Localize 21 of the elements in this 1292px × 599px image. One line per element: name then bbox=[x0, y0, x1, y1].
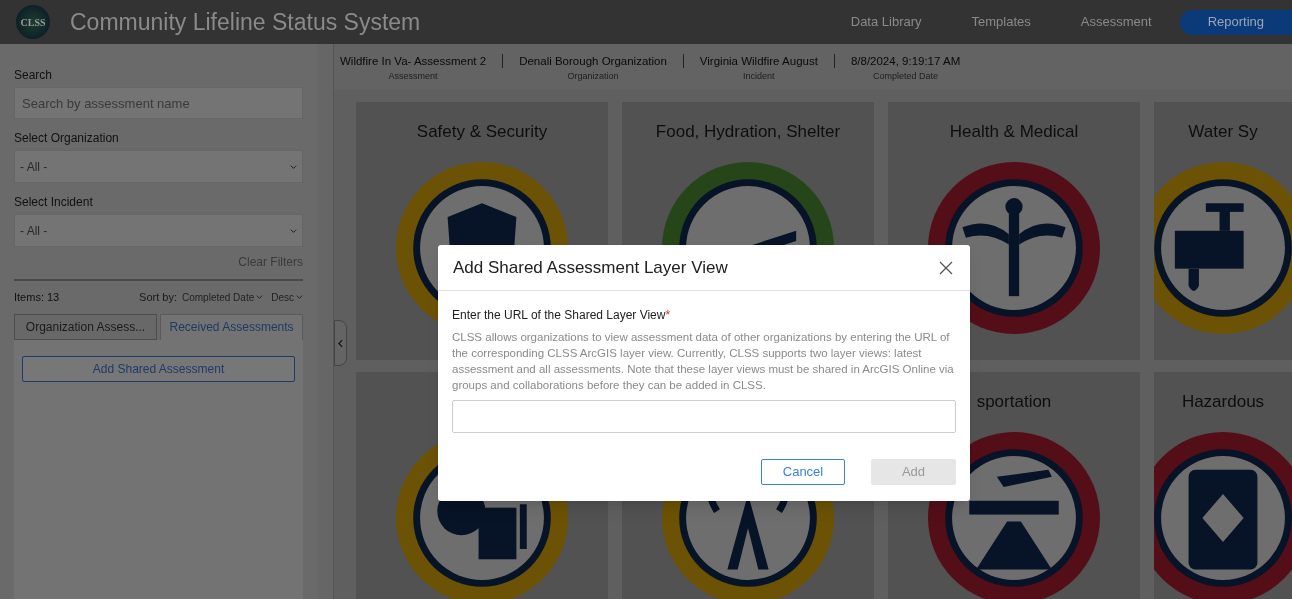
logo: CLSS bbox=[16, 5, 50, 39]
field-label: Select Organization bbox=[14, 130, 120, 147]
info-value: Virginia Wildfire August bbox=[699, 54, 818, 68]
field-label: Select Incident bbox=[14, 194, 94, 211]
lifeline-title: Hazardous bbox=[1181, 391, 1265, 414]
info-label: Incident bbox=[743, 70, 775, 83]
items-count: Items: 13 bbox=[14, 290, 60, 305]
info-label: Assessment bbox=[388, 70, 438, 83]
sort-label: Sort by: bbox=[139, 290, 177, 305]
info-label: Completed Date bbox=[873, 70, 939, 83]
info-label: Organization bbox=[567, 70, 619, 83]
info-value: Denali Borough Organization bbox=[519, 54, 667, 68]
field-label: Search bbox=[14, 67, 54, 84]
lifeline-title: Water Sy bbox=[1188, 121, 1258, 144]
info-value: Wildfire In Va- Assessment 2 bbox=[340, 54, 487, 68]
lifeline-title: Food, Hydration, Shelter bbox=[655, 121, 841, 144]
info-value: 8/8/2024, 9:19:17 AM bbox=[850, 54, 961, 68]
app-title: Community Lifeline Status System bbox=[70, 7, 421, 37]
lifeline-title: sportation bbox=[976, 391, 1052, 414]
lifeline-title: Safety & Security bbox=[416, 121, 548, 144]
lifeline-title: Health & Medical bbox=[949, 121, 1079, 144]
